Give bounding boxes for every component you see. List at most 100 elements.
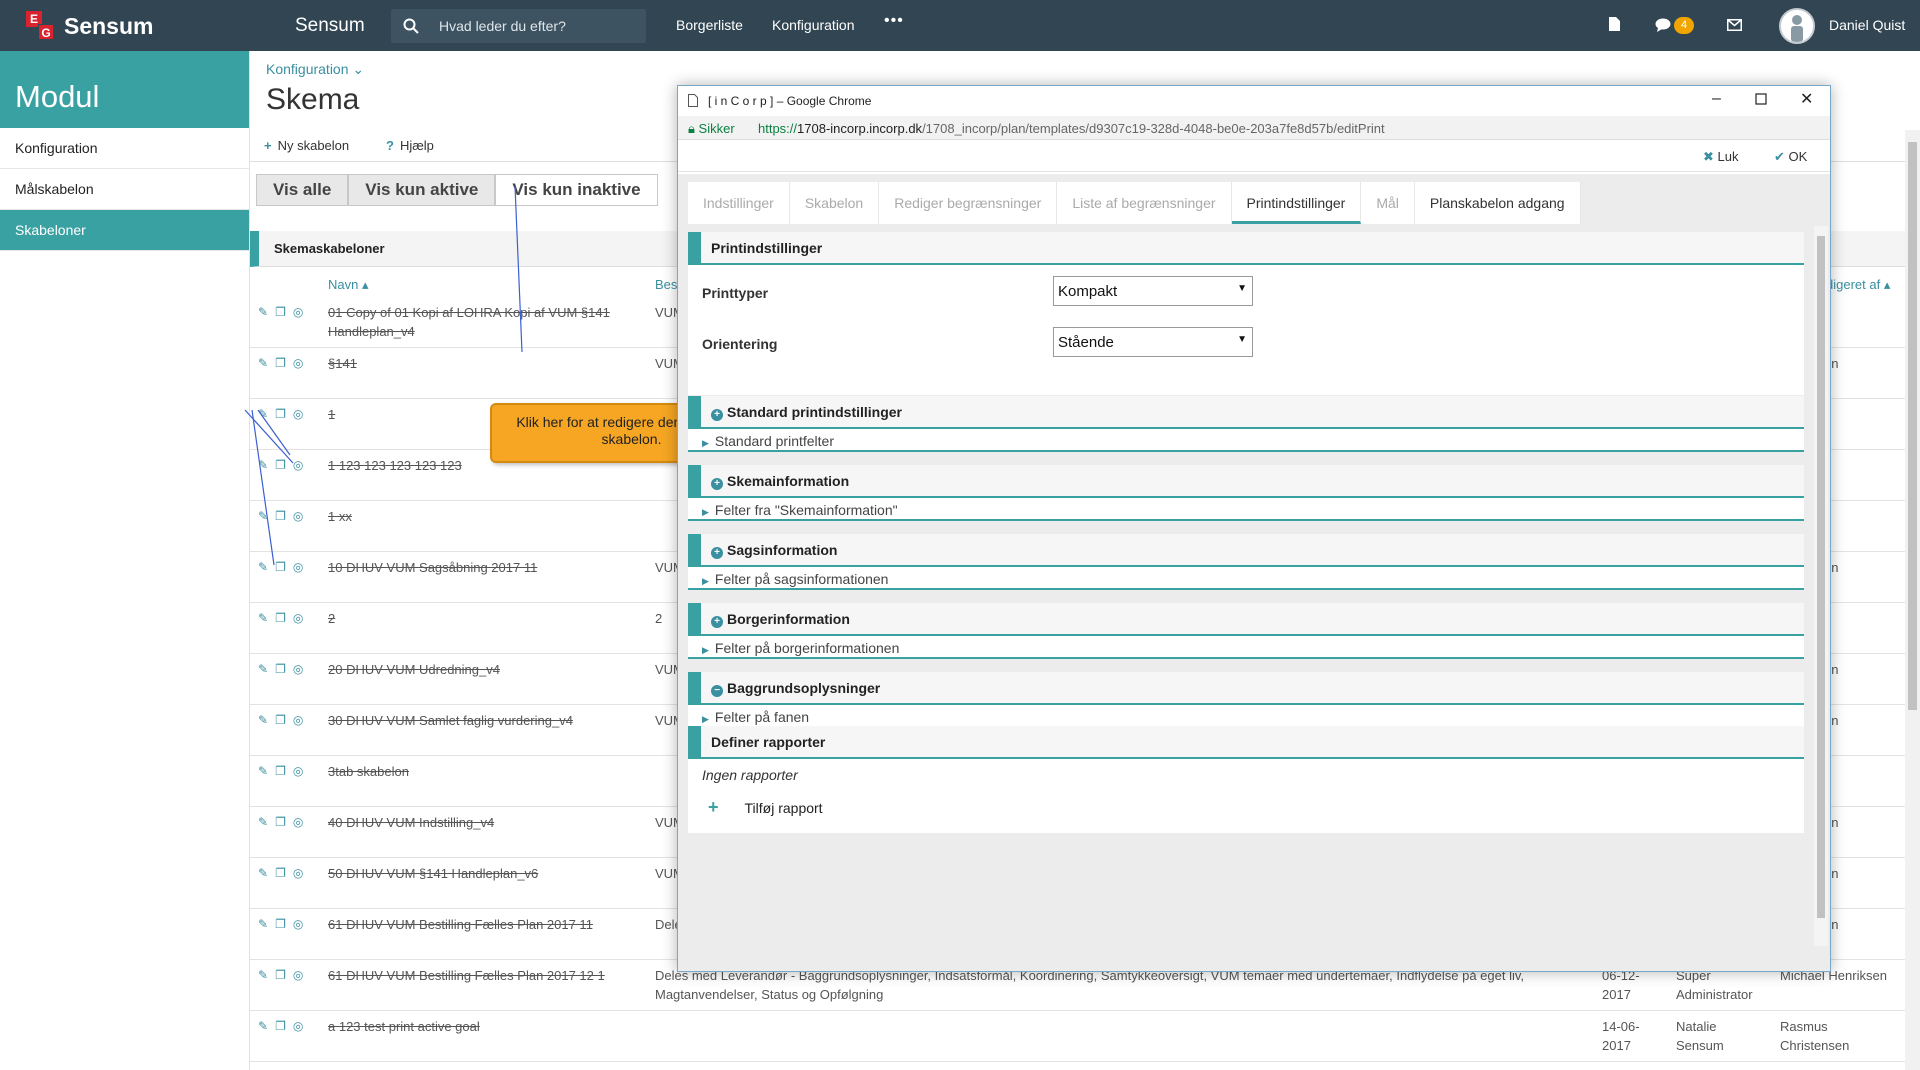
section-header[interactable]: − Baggrundsoplysninger <box>688 672 1804 705</box>
view-icon[interactable]: ◎ <box>293 407 310 421</box>
row-name[interactable]: 2 <box>328 609 643 628</box>
tab-maal[interactable]: Mål <box>1361 182 1415 224</box>
row-action-icons[interactable]: ✎❐◎ <box>258 917 310 931</box>
user-name[interactable]: Daniel Quist <box>1829 17 1905 33</box>
expand-icon[interactable]: + <box>711 478 723 490</box>
chat-icon[interactable] <box>1655 18 1671 32</box>
filter-all-button[interactable]: Vis alle <box>256 174 349 206</box>
edit-icon[interactable]: ✎ <box>258 305 275 319</box>
breadcrumb[interactable]: Konfiguration ⌄ <box>266 61 364 78</box>
expand-icon[interactable]: + <box>711 409 723 421</box>
view-icon[interactable]: ◎ <box>293 713 310 727</box>
row-name[interactable]: 01 Copy of 01 Kopi af LOHRA Kopi af VUM … <box>328 303 643 341</box>
tab-indstillinger[interactable]: Indstillinger <box>688 182 790 224</box>
view-icon[interactable]: ◎ <box>293 764 310 778</box>
row-action-icons[interactable]: ✎❐◎ <box>258 458 310 472</box>
row-action-icons[interactable]: ✎❐◎ <box>258 611 310 625</box>
row-action-icons[interactable]: ✎❐◎ <box>258 662 310 676</box>
section-header[interactable]: + Skemainformation <box>688 465 1804 498</box>
edit-icon[interactable]: ✎ <box>258 662 275 676</box>
url-text[interactable]: https://1708-incorp.incorp.dk/1708_incor… <box>758 121 1385 136</box>
edit-icon[interactable]: ✎ <box>258 560 275 574</box>
help-button[interactable]: ? Hjælp <box>386 138 434 153</box>
copy-icon[interactable]: ❐ <box>275 662 293 676</box>
ok-button[interactable]: ✔ OK <box>1774 149 1807 165</box>
row-name[interactable]: 3tab skabelon <box>328 762 643 781</box>
add-report-button[interactable]: + Tilføj rapport <box>708 797 823 818</box>
section-header[interactable]: + Borgerinformation <box>688 603 1804 636</box>
copy-icon[interactable]: ❐ <box>275 917 293 931</box>
edit-icon[interactable]: ✎ <box>258 713 275 727</box>
view-icon[interactable]: ◎ <box>293 560 310 574</box>
popup-scrollbar-thumb[interactable] <box>1817 236 1825 918</box>
copy-icon[interactable]: ❐ <box>275 611 293 625</box>
row-action-icons[interactable]: ✎❐◎ <box>258 356 310 370</box>
tab-skabelon[interactable]: Skabelon <box>789 182 880 224</box>
row-action-icons[interactable]: ✎❐◎ <box>258 509 310 523</box>
col-header-edited[interactable]: digeret af ▴ <box>1826 277 1890 293</box>
row-action-icons[interactable]: ✎❐◎ <box>258 713 310 727</box>
edit-icon[interactable]: ✎ <box>258 764 275 778</box>
row-name[interactable]: §141 <box>328 354 643 373</box>
close-button[interactable]: ✖ Luk <box>1703 149 1739 165</box>
search-box[interactable] <box>391 9 646 43</box>
view-icon[interactable]: ◎ <box>293 458 310 472</box>
tab-liste-af-begraensninger[interactable]: Liste af begrænsninger <box>1057 182 1232 224</box>
tab-rediger-begraensninger[interactable]: Rediger begrænsninger <box>879 182 1058 224</box>
address-bar[interactable]: 🔒︎ Sikker https://1708-incorp.incorp.dk/… <box>678 116 1830 140</box>
row-action-icons[interactable]: ✎❐◎ <box>258 815 310 829</box>
avatar[interactable] <box>1779 8 1815 44</box>
copy-icon[interactable]: ❐ <box>275 713 293 727</box>
section-fields-toggle[interactable]: ▶ Felter på sagsinformationen <box>688 567 1804 590</box>
edit-icon[interactable]: ✎ <box>258 356 275 370</box>
table-row[interactable]: ✎❐◎ a 123 test print active goal 14-06-201… <box>250 1011 1910 1062</box>
tab-printindstillinger[interactable]: Printindstillinger <box>1231 182 1362 224</box>
section-header[interactable]: + Standard printindstillinger <box>688 396 1804 429</box>
copy-icon[interactable]: ❐ <box>275 968 293 982</box>
row-name[interactable]: a 123 test print active goal <box>328 1017 643 1036</box>
row-name[interactable]: 20 DHUV VUM Udredning_v4 <box>328 660 643 679</box>
row-name[interactable]: 30 DHUV VUM Samlet faglig vurdering_v4 <box>328 711 643 730</box>
section-fields-toggle[interactable]: ▶ Felter på borgerinformationen <box>688 636 1804 659</box>
expand-icon[interactable]: + <box>711 616 723 628</box>
copy-icon[interactable]: ❐ <box>275 764 293 778</box>
maximize-icon[interactable] <box>1755 92 1767 110</box>
search-input[interactable] <box>439 9 639 43</box>
copy-icon[interactable]: ❐ <box>275 305 293 319</box>
row-name[interactable]: 1 xx <box>328 507 643 526</box>
row-action-icons[interactable]: ✎❐◎ <box>258 560 310 574</box>
new-template-button[interactable]: + Ny skabelon <box>264 138 349 153</box>
edit-icon[interactable]: ✎ <box>258 917 275 931</box>
sidebar-item-skabeloner[interactable]: Skabeloner <box>0 210 249 251</box>
col-header-name[interactable]: Navn ▴ <box>328 277 369 293</box>
popup-scrollbar[interactable] <box>1814 226 1828 946</box>
edit-icon[interactable]: ✎ <box>258 968 275 982</box>
row-name[interactable]: 50 DHUV VUM §141 Handleplan_v6 <box>328 864 643 883</box>
section-fields-toggle[interactable]: ▶ Felter på fanen <box>688 705 1804 728</box>
sidebar-item-konfiguration[interactable]: Konfiguration <box>0 128 249 169</box>
nav-konfiguration[interactable]: Konfiguration <box>772 17 855 33</box>
popup-titlebar[interactable]: [ i n C o r p ] – Google Chrome – ✕ <box>678 86 1830 116</box>
copy-icon[interactable]: ❐ <box>275 509 293 523</box>
filter-active-button[interactable]: Vis kun aktive <box>348 174 496 206</box>
row-action-icons[interactable]: ✎❐◎ <box>258 305 310 319</box>
edit-icon[interactable]: ✎ <box>258 611 275 625</box>
edit-icon[interactable]: ✎ <box>258 866 275 880</box>
view-icon[interactable]: ◎ <box>293 968 310 982</box>
copy-icon[interactable]: ❐ <box>275 458 293 472</box>
edit-icon[interactable]: ✎ <box>258 407 275 421</box>
row-action-icons[interactable]: ✎❐◎ <box>258 968 310 982</box>
view-icon[interactable]: ◎ <box>293 509 310 523</box>
logo[interactable]: EG Sensum <box>26 11 153 41</box>
row-action-icons[interactable]: ✎❐◎ <box>258 764 310 778</box>
app-title[interactable]: Sensum <box>295 15 365 37</box>
row-action-icons[interactable]: ✎❐◎ <box>258 866 310 880</box>
view-icon[interactable]: ◎ <box>293 917 310 931</box>
row-action-icons[interactable]: ✎❐◎ <box>258 407 310 421</box>
mail-icon[interactable] <box>1727 19 1742 31</box>
page-scrollbar-thumb[interactable] <box>1908 142 1917 710</box>
row-name[interactable]: 61 DHUV VUM Bestilling Fælles Plan 2017 … <box>328 966 643 985</box>
document-icon[interactable] <box>1608 16 1621 32</box>
view-icon[interactable]: ◎ <box>293 356 310 370</box>
edit-icon[interactable]: ✎ <box>258 1019 275 1033</box>
